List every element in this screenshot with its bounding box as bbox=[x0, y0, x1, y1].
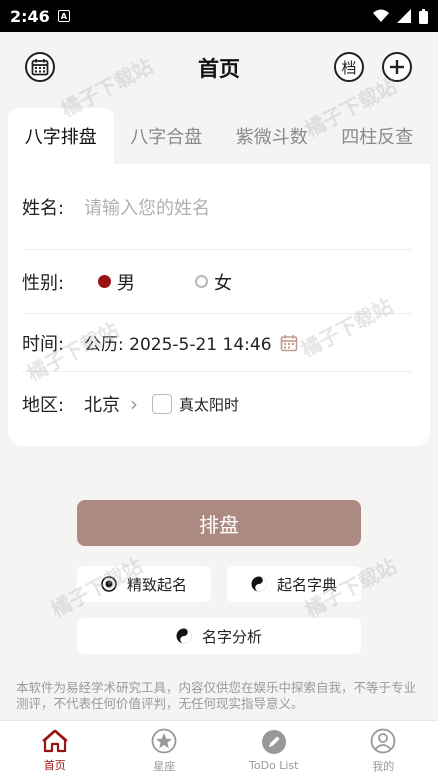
signal-icon bbox=[397, 9, 411, 23]
bottom-nav: 首页 星座 ToDo List 我的 bbox=[0, 720, 438, 780]
gender-label: 性别: bbox=[22, 272, 65, 294]
yin-yang-icon bbox=[251, 576, 267, 592]
function-tabs: 八字排盘 八字合盘 紫微斗数 四柱反查 bbox=[8, 108, 430, 164]
birth-time-value[interactable]: 公历: 2025-5-21 14:46 bbox=[84, 330, 272, 355]
gender-male-label: 男 bbox=[117, 272, 135, 294]
battery-icon bbox=[419, 8, 428, 24]
pencil-icon bbox=[261, 730, 286, 754]
region-value[interactable]: 北京 bbox=[84, 391, 120, 417]
naming-dict-button[interactable]: 起名字典 bbox=[227, 566, 361, 602]
gender-male-radio[interactable]: 男 bbox=[98, 269, 135, 295]
gender-female-radio[interactable]: 女 bbox=[195, 269, 232, 295]
birth-info-form: 姓名: 请输入您的姓名 性别: 男 女 时间: 公历: 2025-5-21 14… bbox=[8, 164, 430, 446]
nav-todo-label: ToDo List bbox=[248, 759, 299, 772]
true-solar-time-label: 真太阳时 bbox=[179, 395, 240, 414]
tab-sizhu-fancha[interactable]: 四柱反查 bbox=[325, 108, 431, 164]
tab-ziwei-doushu[interactable]: 紫微斗数 bbox=[219, 108, 325, 164]
nav-profile-label: 我的 bbox=[372, 759, 395, 773]
app-header: 首页 档 bbox=[0, 32, 438, 104]
naming-dict-label: 起名字典 bbox=[276, 575, 337, 594]
calendar-picker-icon[interactable] bbox=[280, 334, 298, 352]
region-label: 地区: bbox=[22, 395, 65, 416]
tab-bazi-hepan[interactable]: 八字合盘 bbox=[114, 108, 220, 164]
add-button[interactable] bbox=[382, 52, 412, 82]
name-analysis-button[interactable]: 名字分析 bbox=[77, 618, 361, 654]
tab-bazi-paipan[interactable]: 八字排盘 bbox=[8, 108, 114, 164]
name-row: 姓名: 请输入您的姓名 bbox=[22, 164, 412, 250]
home-icon bbox=[42, 729, 68, 752]
status-icons bbox=[373, 8, 428, 24]
page-title: 首页 bbox=[198, 57, 240, 81]
yin-yang-icon bbox=[176, 628, 192, 644]
fine-naming-label: 精致起名 bbox=[126, 575, 187, 594]
profile-icon bbox=[370, 728, 396, 753]
nav-item-profile[interactable]: 我的 bbox=[329, 721, 438, 780]
sim-indicator-icon: A bbox=[57, 10, 70, 22]
status-time: 2:46 bbox=[10, 6, 50, 26]
calendar-icon bbox=[31, 59, 49, 76]
nav-item-home[interactable]: 首页 bbox=[0, 721, 110, 780]
name-analysis-label: 名字分析 bbox=[201, 627, 262, 646]
calendar-button[interactable] bbox=[25, 52, 55, 82]
archive-label: 档 bbox=[341, 58, 357, 77]
paipan-button[interactable]: 排盘 bbox=[77, 500, 361, 546]
fine-naming-button[interactable]: 精致起名 bbox=[77, 566, 211, 602]
time-row[interactable]: 时间: 公历: 2025-5-21 14:46 bbox=[22, 314, 412, 372]
radio-unselected-icon bbox=[195, 275, 208, 288]
archive-button[interactable]: 档 bbox=[334, 52, 364, 82]
chevron-right-icon[interactable]: › bbox=[130, 392, 138, 416]
name-label: 姓名: bbox=[22, 197, 65, 219]
plus-icon bbox=[390, 60, 404, 74]
time-label: 时间: bbox=[22, 333, 65, 355]
true-solar-time-checkbox[interactable] bbox=[152, 394, 172, 414]
name-input[interactable]: 请输入您的姓名 bbox=[84, 194, 210, 220]
region-row: 地区: 北京 › 真太阳时 bbox=[22, 372, 412, 436]
status-bar: 2:46 A bbox=[0, 0, 438, 32]
radio-selected-icon bbox=[98, 275, 111, 288]
disclaimer-text: 本软件为易经学术研究工具，内容仅供您在娱乐中探索自我，不等于专业测评，不代表任何… bbox=[16, 680, 417, 711]
nav-home-label: 首页 bbox=[43, 758, 66, 772]
nav-item-todo[interactable]: ToDo List bbox=[219, 721, 329, 780]
nav-item-constellation[interactable]: 星座 bbox=[110, 721, 220, 780]
gender-row: 性别: 男 女 bbox=[22, 250, 412, 314]
gender-female-label: 女 bbox=[214, 272, 232, 294]
target-icon bbox=[101, 576, 117, 592]
nav-constellation-label: 星座 bbox=[153, 759, 176, 773]
star-icon bbox=[151, 728, 177, 753]
wifi-icon bbox=[373, 9, 389, 22]
